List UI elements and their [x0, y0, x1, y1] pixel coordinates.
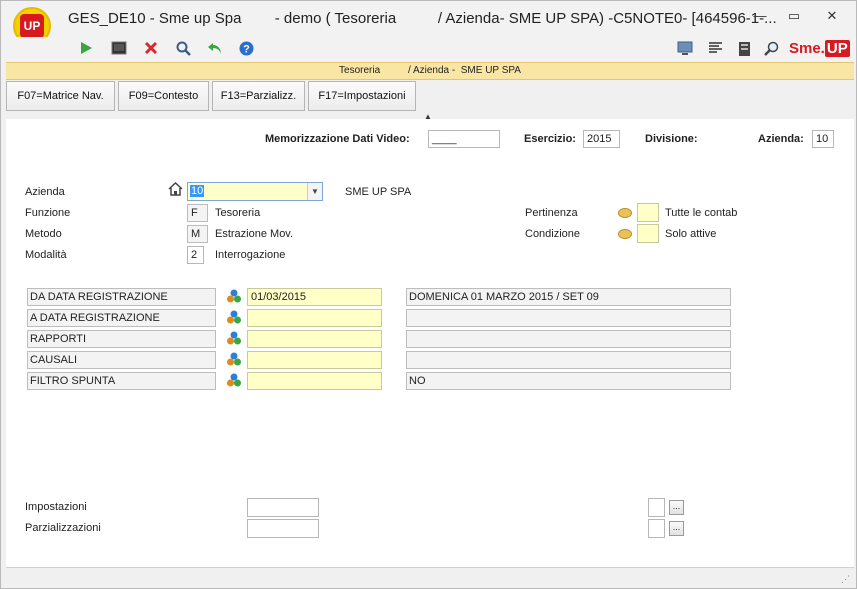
- search-icon[interactable]: [174, 41, 192, 59]
- f07-button[interactable]: F07=Matrice Nav.: [6, 81, 115, 111]
- pertinenza-desc: Tutte le contab: [665, 207, 738, 219]
- close-button[interactable]: ✕: [821, 7, 843, 25]
- azienda-combo[interactable]: 10 ▼: [187, 182, 323, 201]
- metodo-desc: Estrazione Mov.: [215, 228, 294, 240]
- object-icon[interactable]: [226, 372, 243, 389]
- f17-button[interactable]: F17=Impostazioni: [308, 81, 416, 111]
- funzione-desc: Tesoreria: [215, 207, 261, 219]
- run-icon[interactable]: [77, 41, 95, 59]
- parzializzazioni-input[interactable]: [247, 519, 319, 538]
- filter-label: A DATA REGISTRAZIONE: [27, 309, 216, 327]
- filter-label: RAPPORTI: [27, 330, 216, 348]
- app-logo-text: UP: [20, 14, 44, 38]
- object-icon[interactable]: [226, 309, 243, 326]
- monitor-icon[interactable]: [676, 41, 694, 59]
- filter-input[interactable]: 01/03/2015: [247, 288, 382, 306]
- filter-input[interactable]: [247, 351, 382, 369]
- condizione-input[interactable]: [637, 224, 659, 243]
- coin-icon[interactable]: [618, 208, 632, 218]
- parzializzazioni-code[interactable]: [648, 519, 665, 538]
- filter-input[interactable]: [247, 309, 382, 327]
- azienda-desc: SME UP SPA: [345, 186, 412, 198]
- chevron-down-icon[interactable]: ▼: [307, 183, 322, 200]
- azienda-top-input[interactable]: 10: [812, 130, 834, 148]
- azienda-top-label: Azienda:: [758, 133, 804, 145]
- app-window: UP GES_DE10 - Sme up Spa - demo ( Tesore…: [0, 0, 857, 589]
- filter-desc: DOMENICA 01 MARZO 2015 / SET 09: [406, 288, 731, 306]
- list-icon[interactable]: [706, 41, 724, 59]
- azienda-combo-value: 10: [190, 185, 205, 197]
- object-icon[interactable]: [226, 351, 243, 368]
- cancel-icon[interactable]: [142, 41, 160, 59]
- console-icon[interactable]: [110, 41, 128, 59]
- restore-button[interactable]: ▭: [783, 7, 805, 25]
- object-icon[interactable]: [226, 288, 243, 305]
- resize-grip-icon[interactable]: ⋰: [841, 574, 850, 585]
- modalita-input[interactable]: 2: [187, 246, 204, 264]
- filter-desc: [406, 351, 731, 369]
- filter-desc: [406, 309, 731, 327]
- filter-input[interactable]: [247, 330, 382, 348]
- magnifier-icon[interactable]: [763, 41, 781, 59]
- impostazioni-label: Impostazioni: [25, 501, 87, 513]
- impostazioni-browse-button[interactable]: ...: [669, 500, 684, 515]
- undo-icon[interactable]: [206, 41, 224, 59]
- toolbar: ? Sme. UP: [1, 37, 856, 62]
- metodo-label: Metodo: [25, 228, 62, 240]
- filter-label: FILTRO SPUNTA: [27, 372, 216, 390]
- funzione-field: F: [187, 204, 208, 222]
- f13-button[interactable]: F13=Parzializz.: [212, 81, 305, 111]
- f09-button[interactable]: F09=Contesto: [118, 81, 209, 111]
- filter-desc: NO: [406, 372, 731, 390]
- funzione-label: Funzione: [25, 207, 71, 219]
- divisione-label: Divisione:: [645, 133, 698, 145]
- impostazioni-input[interactable]: [247, 498, 319, 517]
- azienda-label: Azienda: [25, 186, 65, 198]
- pertinenza-label: Pertinenza: [525, 207, 578, 219]
- pertinenza-input[interactable]: [637, 203, 659, 222]
- brand-up: UP: [824, 40, 850, 57]
- memo-label: Memorizzazione Dati Video:: [265, 133, 410, 145]
- status-bar: ⋰: [6, 567, 854, 587]
- filter-desc: [406, 330, 731, 348]
- context-strip: Tesoreria / Azienda - SME UP SPA: [6, 62, 854, 80]
- document-icon[interactable]: [735, 41, 753, 59]
- modalita-label: Modalità: [25, 249, 67, 261]
- minimize-button[interactable]: —: [749, 7, 771, 25]
- coin-icon[interactable]: [618, 229, 632, 239]
- esercizio-input[interactable]: 2015: [583, 130, 620, 148]
- filter-label: DA DATA REGISTRAZIONE: [27, 288, 216, 306]
- metodo-field: M: [187, 225, 208, 243]
- home-icon[interactable]: [168, 181, 183, 199]
- filter-input[interactable]: [247, 372, 382, 390]
- title-bar: UP GES_DE10 - Sme up Spa - demo ( Tesore…: [1, 1, 856, 45]
- modalita-desc: Interrogazione: [215, 249, 286, 261]
- help-icon[interactable]: ?: [237, 41, 255, 59]
- filter-label: CAUSALI: [27, 351, 216, 369]
- brand-sme: Sme.: [789, 40, 825, 57]
- esercizio-label: Esercizio:: [524, 133, 576, 145]
- brand-logo: Sme. UP: [789, 40, 850, 57]
- object-icon[interactable]: [226, 330, 243, 347]
- condizione-desc: Solo attive: [665, 228, 717, 240]
- memo-input[interactable]: ____: [428, 130, 500, 148]
- window-title: GES_DE10 - Sme up Spa - demo ( Tesoreria…: [68, 10, 777, 27]
- parzializzazioni-label: Parzializzazioni: [25, 522, 101, 534]
- impostazioni-code[interactable]: [648, 498, 665, 517]
- parzializzazioni-browse-button[interactable]: ...: [669, 521, 684, 536]
- main-panel: Memorizzazione Dati Video: ____ Esercizi…: [6, 119, 854, 567]
- condizione-label: Condizione: [525, 228, 581, 240]
- svg-text:?: ?: [243, 44, 250, 56]
